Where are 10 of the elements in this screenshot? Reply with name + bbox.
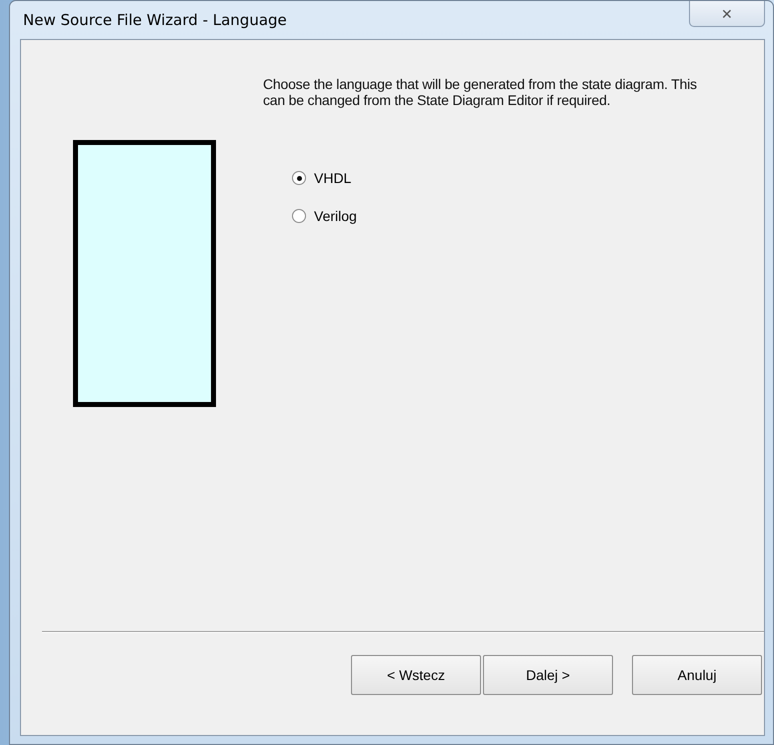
wizard-button[interactable]: Dalej > [483,655,613,695]
radio-button[interactable] [292,209,306,223]
window-title: New Source File Wizard - Language [22,11,287,29]
close-button[interactable]: ✕ [689,1,765,27]
radio-label[interactable]: Verilog [314,208,357,224]
radio-button[interactable] [292,171,306,185]
wizard-button[interactable]: < Wstecz [351,655,481,695]
radio-label[interactable]: VHDL [314,170,352,186]
wizard-button[interactable]: Anuluj [632,655,762,695]
description-text: Choose the language that will be generated from the state diagram. This can be changed from the State Diagram Editor if required. [263,76,698,108]
